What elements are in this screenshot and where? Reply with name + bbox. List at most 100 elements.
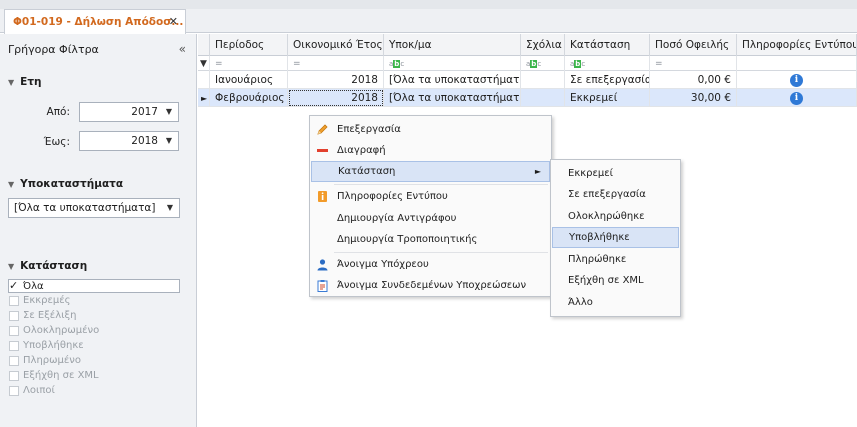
- status-filter-other[interactable]: Λοιποί: [9, 384, 55, 397]
- cell-status: Σε επεξεργασία: [565, 71, 650, 89]
- collapse-triangle-icon: ▼: [8, 77, 15, 87]
- checkbox-icon: [9, 295, 19, 306]
- status-filter-label: Υποβλήθηκε: [23, 340, 84, 351]
- menu-item-label: Δημιουργία Τροποποιητικής: [337, 234, 478, 245]
- status-filter-label: Εξήχθη σε XML: [23, 370, 99, 381]
- from-label: Από:: [46, 106, 70, 118]
- status-filter-paid[interactable]: Πληρωμένο: [9, 354, 81, 367]
- collapse-triangle-icon: ▼: [8, 261, 15, 271]
- menu-item-label: Κατάσταση: [338, 166, 396, 177]
- column-header-status[interactable]: Κατάσταση: [565, 34, 650, 56]
- info-icon[interactable]: i: [790, 73, 803, 87]
- info-icon[interactable]: i: [790, 91, 803, 105]
- menu-item-form-info[interactable]: Πληροφορίες Εντύπου: [311, 186, 550, 207]
- clipboard-icon: [317, 280, 328, 292]
- status-filter-in-progress[interactable]: Σε Εξέλιξη: [9, 309, 76, 322]
- filter-cell-comments[interactable]: abc: [521, 56, 565, 71]
- from-year-value: 2017: [131, 106, 158, 118]
- status-filter-label: Όλα: [23, 280, 44, 292]
- menu-item-open-linked-obligations[interactable]: Άνοιγμα Συνδεδεμένων Υποχρεώσεων: [311, 275, 550, 296]
- cell-amount: 30,00 €: [650, 89, 737, 107]
- cell-comments: [521, 71, 565, 89]
- row-indicator: [198, 71, 210, 89]
- status-filter-label: Πληρωμένο: [23, 355, 81, 366]
- dropdown-arrow-icon: ▼: [165, 107, 172, 116]
- status-filter-label: Λοιποί: [23, 385, 55, 396]
- menu-item-label: Διαγραφή: [337, 145, 386, 156]
- grid-header-row: Περίοδος Οικονομικό Έτος Υποκ/μα Σχόλια …: [198, 34, 857, 56]
- delete-icon: [317, 149, 328, 152]
- filter-cell-year[interactable]: =: [288, 56, 384, 71]
- menu-item-delete[interactable]: Διαγραφή: [311, 140, 550, 161]
- grid-filter-row: ▼ = = abc abc abc =: [198, 56, 857, 71]
- dropdown-arrow-icon: ▼: [165, 136, 172, 145]
- years-section-header[interactable]: ▼ Ετη: [8, 76, 42, 88]
- filter-cell-status[interactable]: abc: [565, 56, 650, 71]
- column-header-comments[interactable]: Σχόλια: [521, 34, 565, 56]
- checkbox-icon: [9, 340, 19, 351]
- to-year-select[interactable]: 2018 ▼: [79, 131, 179, 151]
- status-filter-exported-xml[interactable]: Εξήχθη σε XML: [9, 369, 99, 382]
- cell-branch: [Όλα τα υποκαταστήματα]: [384, 71, 521, 89]
- collapse-panel-icon[interactable]: «: [179, 42, 186, 56]
- filter-cell-period[interactable]: =: [210, 56, 288, 71]
- status-filter-all[interactable]: ✓ Όλα: [8, 279, 180, 293]
- menu-separator: [334, 252, 548, 253]
- cell-year: 2018: [288, 89, 384, 107]
- submenu-item-label: Εκκρεμεί: [568, 168, 614, 179]
- branches-select[interactable]: [Όλα τα υποκαταστήματα] ▼: [8, 198, 180, 218]
- to-label: Έως:: [43, 136, 70, 148]
- tab-document[interactable]: Φ01-019 - Δήλωση Απόδοσ... ✕: [4, 9, 186, 34]
- info-book-icon: [318, 191, 327, 202]
- status-filter-submitted[interactable]: Υποβλήθηκε: [9, 339, 84, 352]
- column-header-form-info[interactable]: Πληροφορίες Εντύπου: [737, 34, 857, 56]
- status-filter-pending[interactable]: Εκκρεμές: [9, 294, 71, 307]
- filter-cell-amount[interactable]: =: [650, 56, 737, 71]
- submenu-item-paid[interactable]: Πληρώθηκε: [552, 249, 679, 270]
- cell-period: Ιανουάριος: [210, 71, 288, 89]
- submenu-item-processing[interactable]: Σε επεξεργασία: [552, 184, 679, 205]
- submenu-item-label: Υποβλήθηκε: [569, 232, 630, 243]
- menu-item-label: Άνοιγμα Συνδεδεμένων Υποχρεώσεων: [337, 280, 527, 291]
- column-header-amount[interactable]: Ποσό Οφειλής: [650, 34, 737, 56]
- submenu-item-other[interactable]: Άλλο: [552, 292, 679, 313]
- filter-cell-branch[interactable]: abc: [384, 56, 521, 71]
- quick-filters-title: Γρήγορα Φίλτρα: [8, 42, 99, 56]
- submenu-item-label: Πληρώθηκε: [568, 254, 627, 265]
- filter-cell-form-info[interactable]: [737, 56, 857, 71]
- branches-value: [Όλα τα υποκαταστήματα]: [14, 202, 156, 214]
- status-filter-completed[interactable]: Ολοκληρωμένο: [9, 324, 99, 337]
- branches-section-header[interactable]: ▼ Υποκαταστήματα: [8, 178, 123, 190]
- column-header-branch[interactable]: Υποκ/μα: [384, 34, 521, 56]
- cell-form-info: i: [737, 71, 857, 89]
- submenu-item-pending[interactable]: Εκκρεμεί: [552, 163, 679, 184]
- branches-section-title: Υποκαταστήματα: [20, 178, 124, 190]
- tab-close-icon[interactable]: ✕: [169, 15, 178, 28]
- menu-item-duplicate[interactable]: Δημιουργία Αντιγράφου: [311, 208, 550, 229]
- submenu-item-exported-xml[interactable]: Εξήχθη σε XML: [552, 270, 679, 291]
- submenu-arrow-icon: ►: [534, 167, 541, 176]
- status-section-title: Κατάσταση: [20, 260, 88, 272]
- quick-filters-panel: Γρήγορα Φίλτρα « ▼ Ετη Από: 2017 ▼ Έως: …: [0, 34, 197, 427]
- checkbox-checked-icon: ✓: [9, 279, 19, 292]
- status-submenu: Εκκρεμεί Σε επεξεργασία Ολοκληρώθηκε Υπο…: [550, 159, 681, 317]
- from-year-select[interactable]: 2017 ▼: [79, 102, 179, 122]
- cell-status: Εκκρεμεί: [565, 89, 650, 107]
- table-row[interactable]: Ιανουάριος 2018 [Όλα τα υποκαταστήματα] …: [198, 71, 857, 89]
- row-indicator-arrow-icon: ►: [198, 89, 210, 107]
- menu-item-open-obligor[interactable]: Άνοιγμα Υπόχρεου: [311, 254, 550, 275]
- column-header-period[interactable]: Περίοδος: [210, 34, 288, 56]
- column-header-year[interactable]: Οικονομικό Έτος: [288, 34, 384, 56]
- menu-item-amendment[interactable]: Δημιουργία Τροποποιητικής: [311, 229, 550, 250]
- table-row-selected[interactable]: ► Φεβρουάριος 2018 [Όλα τα υποκαταστήματ…: [198, 89, 857, 107]
- cell-period: Φεβρουάριος: [210, 89, 288, 107]
- menu-item-label: Άνοιγμα Υπόχρεου: [337, 259, 429, 270]
- cell-year: 2018: [288, 71, 384, 89]
- menu-item-edit[interactable]: Επεξεργασία: [311, 119, 550, 140]
- menu-item-status[interactable]: Κατάσταση ►: [311, 161, 550, 182]
- submenu-item-submitted[interactable]: Υποβλήθηκε: [552, 227, 679, 248]
- status-section-header[interactable]: ▼ Κατάσταση: [8, 260, 87, 272]
- submenu-item-completed[interactable]: Ολοκληρώθηκε: [552, 206, 679, 227]
- cell-form-info: i: [737, 89, 857, 107]
- cell-branch: [Όλα τα υποκαταστήματα]: [384, 89, 521, 107]
